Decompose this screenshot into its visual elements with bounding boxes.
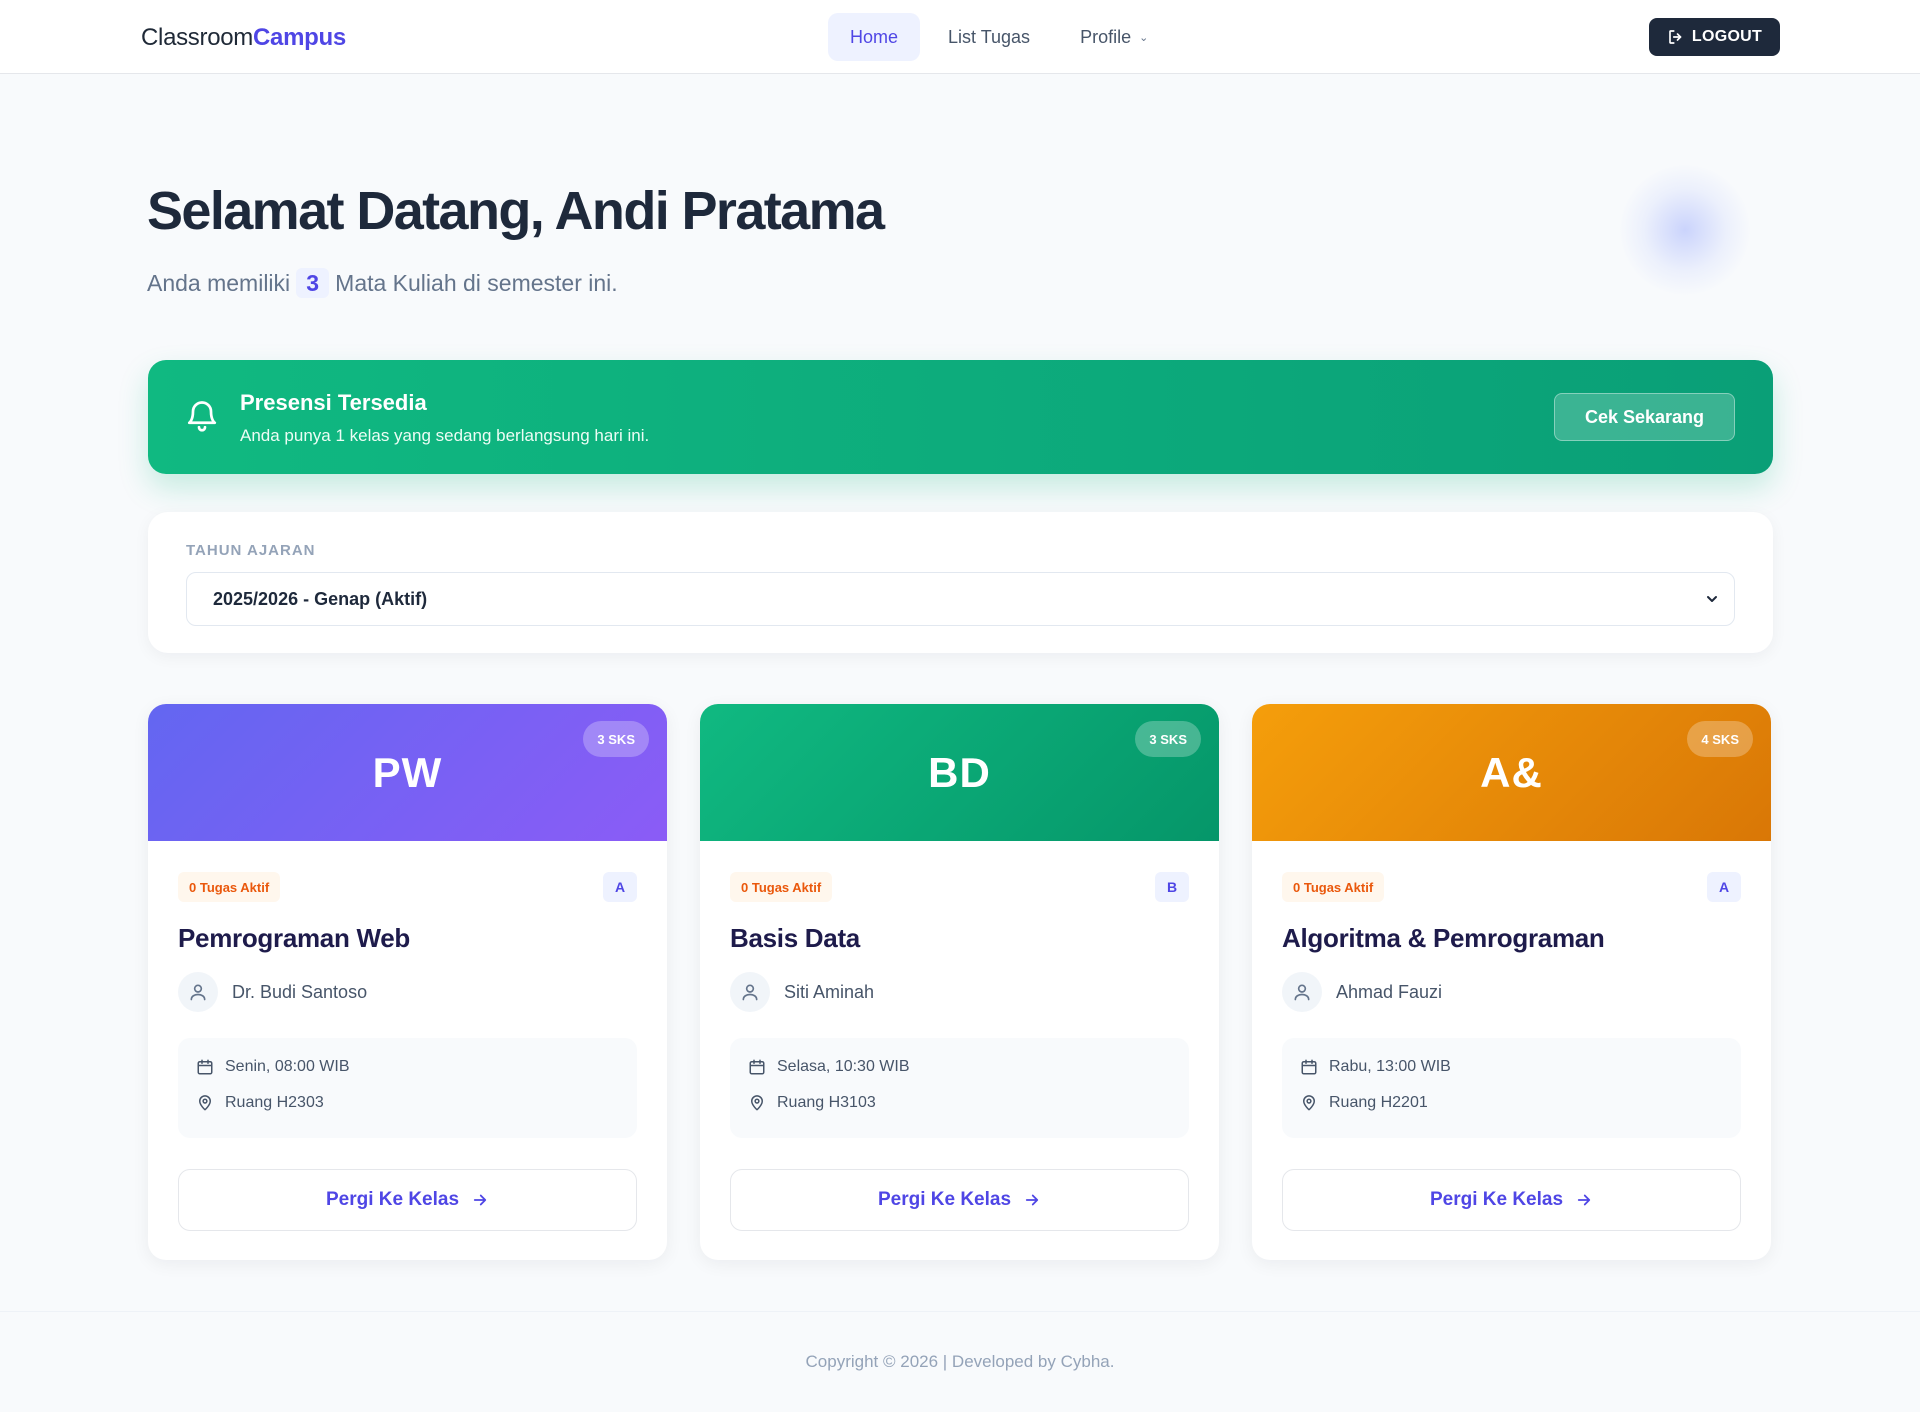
schedule-row: Selasa, 10:30 WIB — [748, 1058, 910, 1076]
decorative-blob — [1620, 165, 1750, 295]
nav-profile-label: Profile — [1080, 26, 1132, 47]
hero-sub-prefix: Anda memiliki — [147, 269, 291, 296]
class-badge: A — [603, 872, 637, 902]
map-pin-icon — [1303, 1095, 1315, 1111]
calendar-icon — [197, 1059, 213, 1075]
go-to-class-label: Pergi Ke Kelas — [877, 1189, 1012, 1210]
academic-year-label: TAHUN AJARAN — [186, 542, 316, 559]
lecturer: Ahmad Fauzi — [1282, 972, 1442, 1012]
footer: Copyright © 2026 | Developed by Cybha. — [0, 1311, 1920, 1412]
nav-profile[interactable]: Profile ⌄ — [1058, 13, 1170, 61]
go-to-class-button[interactable]: Pergi Ke Kelas — [1282, 1169, 1741, 1231]
lecturer-name: Dr. Budi Santoso — [232, 981, 368, 1002]
footer-copyright: Copyright © 2026 | Developed by Cybha. — [805, 1352, 1115, 1371]
course-name: Pemrograman Web — [178, 923, 410, 953]
schedule-text: Rabu, 13:00 WIB — [1329, 1058, 1451, 1075]
room-text: Ruang H2201 — [1329, 1094, 1428, 1111]
course-card: PW 3 SKS 0 Tugas Aktif A Pemrograman Web… — [148, 704, 667, 1260]
academic-year-select[interactable]: 2025/2026 - Genap (Aktif) — [186, 572, 1735, 626]
room-text: Ruang H2303 — [225, 1094, 324, 1111]
arrow-right-icon — [1025, 1194, 1039, 1206]
map-pin-icon — [199, 1095, 211, 1111]
course-abbr: PW — [372, 748, 443, 796]
lecturer-name: Ahmad Fauzi — [1336, 981, 1443, 1002]
schedule-box: Senin, 08:00 WIB Ruang H2303 — [178, 1038, 637, 1138]
presensi-text: Anda punya 1 kelas yang sedang berlangsu… — [240, 426, 650, 445]
room-row: Ruang H2201 — [1300, 1094, 1428, 1112]
course-card: A& 4 SKS 0 Tugas Aktif A Algoritma & Pem… — [1252, 704, 1771, 1260]
course-count-badge: 3 — [296, 268, 330, 298]
schedule-text: Senin, 08:00 WIB — [225, 1058, 350, 1075]
schedule-text: Selasa, 10:30 WIB — [777, 1058, 910, 1075]
sks-badge: 4 SKS — [1687, 721, 1753, 757]
chevron-down-icon: ⌄ — [1139, 31, 1149, 44]
user-icon — [1294, 984, 1310, 1001]
course-card-header: PW 3 SKS — [148, 704, 667, 841]
calendar-icon — [749, 1059, 765, 1075]
class-badge: B — [1155, 872, 1189, 902]
go-to-class-button[interactable]: Pergi Ke Kelas — [730, 1169, 1189, 1231]
course-abbr: BD — [928, 748, 991, 796]
brand-accent: Campus — [253, 24, 346, 51]
nav-home[interactable]: Home — [828, 13, 921, 61]
academic-year-card: TAHUN AJARAN 2025/2026 - Genap (Aktif) — [148, 512, 1773, 653]
active-tasks-badge: 0 Tugas Aktif — [178, 872, 281, 902]
logout-icon — [1669, 30, 1682, 44]
nav-list-tugas-label: List Tugas — [948, 26, 1031, 47]
academic-year-value: 2025/2026 - Genap (Aktif) — [213, 588, 428, 609]
page-title: Selamat Datang, Andi Pratama — [147, 181, 885, 241]
brand-logo[interactable]: ClassroomCampus — [141, 24, 346, 52]
arrow-right-icon — [1577, 1194, 1591, 1206]
lecturer: Dr. Budi Santoso — [178, 972, 367, 1012]
lecturer: Siti Aminah — [730, 972, 874, 1012]
schedule-row: Rabu, 13:00 WIB — [1300, 1058, 1451, 1076]
map-pin-icon — [751, 1095, 763, 1111]
go-to-class-label: Pergi Ke Kelas — [325, 1189, 460, 1210]
sks-badge: 3 SKS — [583, 721, 649, 757]
user-icon — [190, 984, 206, 1001]
lecturer-name: Siti Aminah — [784, 981, 875, 1002]
schedule-row: Senin, 08:00 WIB — [196, 1058, 350, 1076]
go-to-class-label: Pergi Ke Kelas — [1429, 1189, 1564, 1210]
course-card: BD 3 SKS 0 Tugas Aktif B Basis Data Siti… — [700, 704, 1219, 1260]
logout-label: LOGOUT — [1691, 28, 1763, 45]
hero-subtitle: Anda memiliki 3 Mata Kuliah di semester … — [147, 268, 618, 298]
user-icon — [742, 984, 758, 1001]
schedule-box: Selasa, 10:30 WIB Ruang H3103 — [730, 1038, 1189, 1138]
hero-sub-suffix: Mata Kuliah di semester ini. — [335, 269, 618, 296]
course-name: Algoritma & Pemrograman — [1282, 923, 1605, 953]
main-nav: Home List Tugas Profile ⌄ — [828, 13, 1170, 61]
arrow-right-icon — [473, 1194, 487, 1206]
nav-home-label: Home — [850, 26, 899, 47]
presensi-banner: Presensi Tersedia Anda punya 1 kelas yan… — [148, 360, 1773, 474]
logout-button[interactable]: LOGOUT — [1649, 18, 1780, 56]
active-tasks-badge: 0 Tugas Aktif — [1282, 872, 1385, 902]
calendar-icon — [1301, 1059, 1317, 1075]
bell-icon — [187, 401, 217, 432]
active-tasks-badge: 0 Tugas Aktif — [730, 872, 833, 902]
course-card-header: BD 3 SKS — [700, 704, 1219, 841]
schedule-box: Rabu, 13:00 WIB Ruang H2201 — [1282, 1038, 1741, 1138]
presensi-title: Presensi Tersedia — [240, 390, 427, 415]
chevron-down-icon — [1707, 596, 1717, 602]
course-name: Basis Data — [730, 923, 860, 953]
avatar — [178, 972, 218, 1012]
navbar: ClassroomCampus Home List Tugas Profile ⌄… — [0, 0, 1920, 74]
course-card-header: A& 4 SKS — [1252, 704, 1771, 841]
avatar — [730, 972, 770, 1012]
room-text: Ruang H3103 — [777, 1094, 876, 1111]
go-to-class-button[interactable]: Pergi Ke Kelas — [178, 1169, 637, 1231]
sks-badge: 3 SKS — [1135, 721, 1201, 757]
brand-prefix: Classroom — [141, 24, 253, 51]
nav-list-tugas[interactable]: List Tugas — [926, 13, 1052, 61]
room-row: Ruang H3103 — [748, 1094, 876, 1112]
course-abbr: A& — [1480, 748, 1543, 796]
room-row: Ruang H2303 — [196, 1094, 324, 1112]
cek-sekarang-button[interactable]: Cek Sekarang — [1554, 393, 1735, 441]
class-badge: A — [1707, 872, 1741, 902]
avatar — [1282, 972, 1322, 1012]
